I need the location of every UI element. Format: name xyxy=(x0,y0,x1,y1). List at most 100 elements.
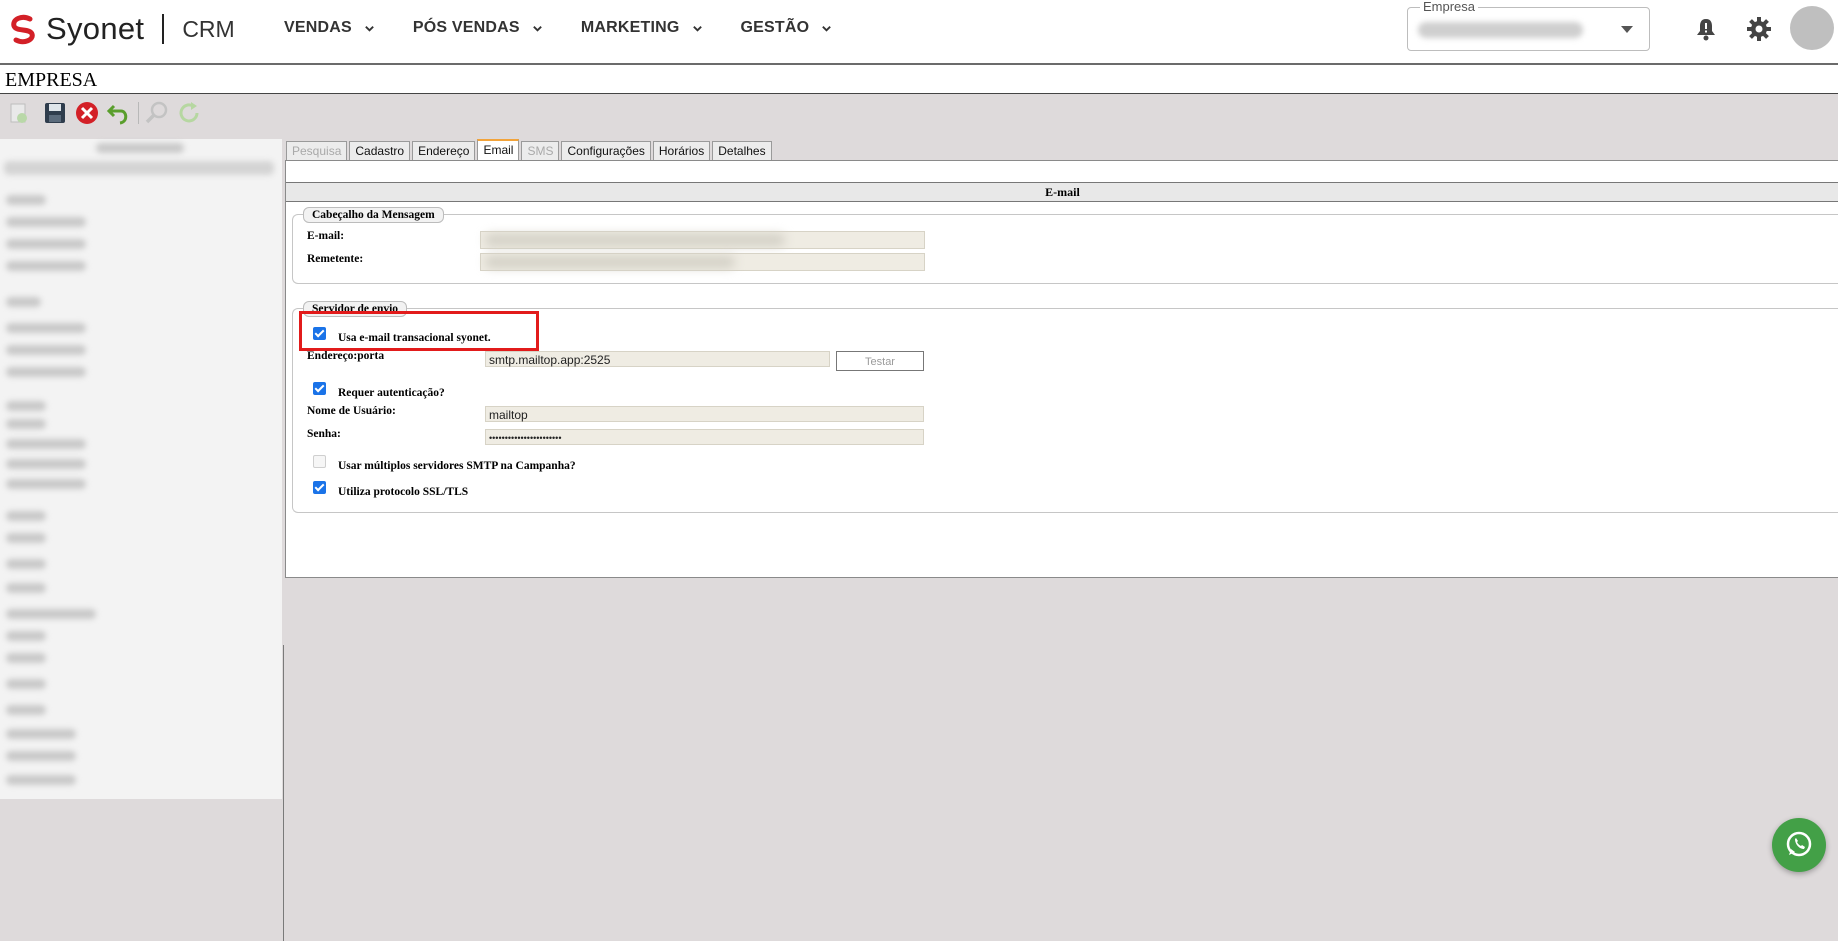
remetente-label: Remetente: xyxy=(307,253,364,265)
tab-horarios[interactable]: Horários xyxy=(652,141,711,161)
list-item-redacted xyxy=(6,775,76,785)
list-item-redacted xyxy=(6,239,86,249)
list-item-redacted xyxy=(6,631,46,641)
list-item-redacted xyxy=(6,511,46,521)
list-item-redacted xyxy=(6,323,86,333)
nav-pos-vendas-label: PÓS VENDAS xyxy=(412,19,520,36)
caret-down-icon xyxy=(1621,26,1633,33)
undo-icon[interactable] xyxy=(106,100,132,126)
nav-marketing[interactable]: MARKETING xyxy=(581,19,703,37)
senha-label: Senha: xyxy=(307,428,341,440)
tab-cadastro[interactable]: Cadastro xyxy=(349,141,411,161)
endereco-porta-label: Endereço:porta xyxy=(307,350,385,362)
list-item-redacted xyxy=(6,439,86,449)
list-item-redacted xyxy=(6,195,46,205)
email-value-redacted xyxy=(485,234,785,246)
list-item-redacted xyxy=(6,261,86,271)
nav-gestao[interactable]: GESTÃO xyxy=(741,19,833,37)
nav-vendas[interactable]: VENDAS xyxy=(284,19,375,37)
list-item-redacted xyxy=(6,459,86,469)
auth-label: Requer autenticação? xyxy=(338,387,445,399)
remetente-field[interactable] xyxy=(480,253,925,271)
whatsapp-icon xyxy=(1786,831,1812,857)
delete-icon[interactable] xyxy=(74,100,100,126)
senha-field[interactable]: ••••••••••••••••••••••• xyxy=(485,429,924,445)
toolbar-separator xyxy=(138,102,139,124)
list-item-redacted xyxy=(6,419,46,429)
list-item-redacted xyxy=(6,479,86,489)
list-item-redacted xyxy=(6,729,76,739)
multi-smtp-label: Usar múltiplos servidores SMTP na Campan… xyxy=(338,460,576,472)
refresh-icon[interactable] xyxy=(176,100,202,126)
empresa-selected-value-redacted xyxy=(1418,22,1583,38)
list-item-redacted xyxy=(6,217,86,227)
tab-email[interactable]: Email xyxy=(477,139,520,162)
nav-vendas-label: VENDAS xyxy=(284,19,352,36)
page-title: EMPRESA xyxy=(5,69,98,91)
list-item-redacted xyxy=(6,751,76,761)
page-title-bar: EMPRESA xyxy=(0,65,1838,94)
email-label: E-mail: xyxy=(307,230,345,242)
section-title: E-mail xyxy=(286,182,1838,202)
endereco-porta-field[interactable]: smtp.mailtop.app:2525 xyxy=(485,351,830,367)
tab-pesquisa[interactable]: Pesquisa xyxy=(286,141,348,161)
panel-divider xyxy=(283,645,284,941)
list-item-redacted xyxy=(6,653,46,663)
tab-endereco[interactable]: Endereço xyxy=(412,141,476,161)
record-toolbar xyxy=(0,94,1838,132)
list-item-redacted xyxy=(6,533,46,543)
syonet-logo-mark-icon xyxy=(8,13,40,45)
logo-separator xyxy=(162,14,165,44)
message-header-group: Cabeçalho da Mensagem E-mail: Remetente: xyxy=(292,207,1838,284)
auth-checkbox[interactable] xyxy=(313,382,326,395)
remetente-value-redacted xyxy=(485,256,735,268)
record-tabs: Pesquisa Cadastro Endereço Email SMS Con… xyxy=(286,139,774,162)
empresa-select-label: Empresa xyxy=(1420,0,1479,14)
new-record-icon[interactable] xyxy=(6,100,32,126)
tab-configuracoes[interactable]: Configurações xyxy=(561,141,651,161)
list-item-redacted xyxy=(6,559,46,569)
gear-icon[interactable] xyxy=(1745,15,1773,43)
message-header-legend: Cabeçalho da Mensagem xyxy=(303,207,444,223)
usuario-label: Nome de Usuário: xyxy=(307,405,396,417)
list-item-redacted xyxy=(4,161,274,175)
email-tab-content: E-mail Cabeçalho da Mensagem E-mail: Rem… xyxy=(285,160,1838,578)
email-field[interactable] xyxy=(480,231,925,249)
list-item-redacted xyxy=(6,367,86,377)
list-item-redacted xyxy=(6,345,86,355)
chevron-down-icon xyxy=(365,25,374,32)
left-record-list-redacted xyxy=(0,139,282,799)
tab-sms[interactable]: SMS xyxy=(521,141,560,161)
annotation-highlight-box xyxy=(299,311,539,351)
search-icon[interactable] xyxy=(144,100,170,126)
testar-button[interactable]: Testar xyxy=(836,351,924,371)
syonet-logo[interactable]: Syonet CRM xyxy=(8,10,235,48)
list-item-redacted xyxy=(6,583,46,593)
ssl-label: Utiliza protocolo SSL/TLS xyxy=(338,486,469,498)
list-item-redacted xyxy=(6,609,96,619)
main-nav: VENDAS PÓS VENDAS MARKETING GESTÃO xyxy=(284,19,870,37)
tab-detalhes[interactable]: Detalhes xyxy=(712,141,772,161)
logo-text: Syonet xyxy=(46,11,145,46)
list-item-redacted xyxy=(96,143,184,153)
chevron-down-icon xyxy=(532,25,542,32)
product-name: CRM xyxy=(182,15,235,42)
nav-pos-vendas[interactable]: PÓS VENDAS xyxy=(413,19,543,37)
top-navbar: Syonet CRM VENDAS PÓS VENDAS MARKETING G… xyxy=(0,0,1838,65)
usuario-field[interactable]: mailtop xyxy=(485,406,924,422)
list-item-redacted xyxy=(6,679,46,689)
notification-bell-icon[interactable] xyxy=(1692,15,1720,43)
whatsapp-chat-button[interactable] xyxy=(1772,818,1826,872)
avatar[interactable] xyxy=(1790,6,1834,50)
nav-gestao-label: GESTÃO xyxy=(740,19,810,36)
list-item-redacted xyxy=(6,705,46,715)
empresa-select[interactable]: Empresa xyxy=(1407,0,1650,51)
nav-marketing-label: MARKETING xyxy=(580,19,680,36)
multi-smtp-checkbox[interactable] xyxy=(313,455,326,468)
list-item-redacted xyxy=(6,401,46,411)
chevron-down-icon xyxy=(822,25,832,32)
list-item-redacted xyxy=(6,297,41,307)
chevron-down-icon xyxy=(692,25,702,32)
save-icon[interactable] xyxy=(42,100,68,126)
ssl-checkbox[interactable] xyxy=(313,481,326,494)
